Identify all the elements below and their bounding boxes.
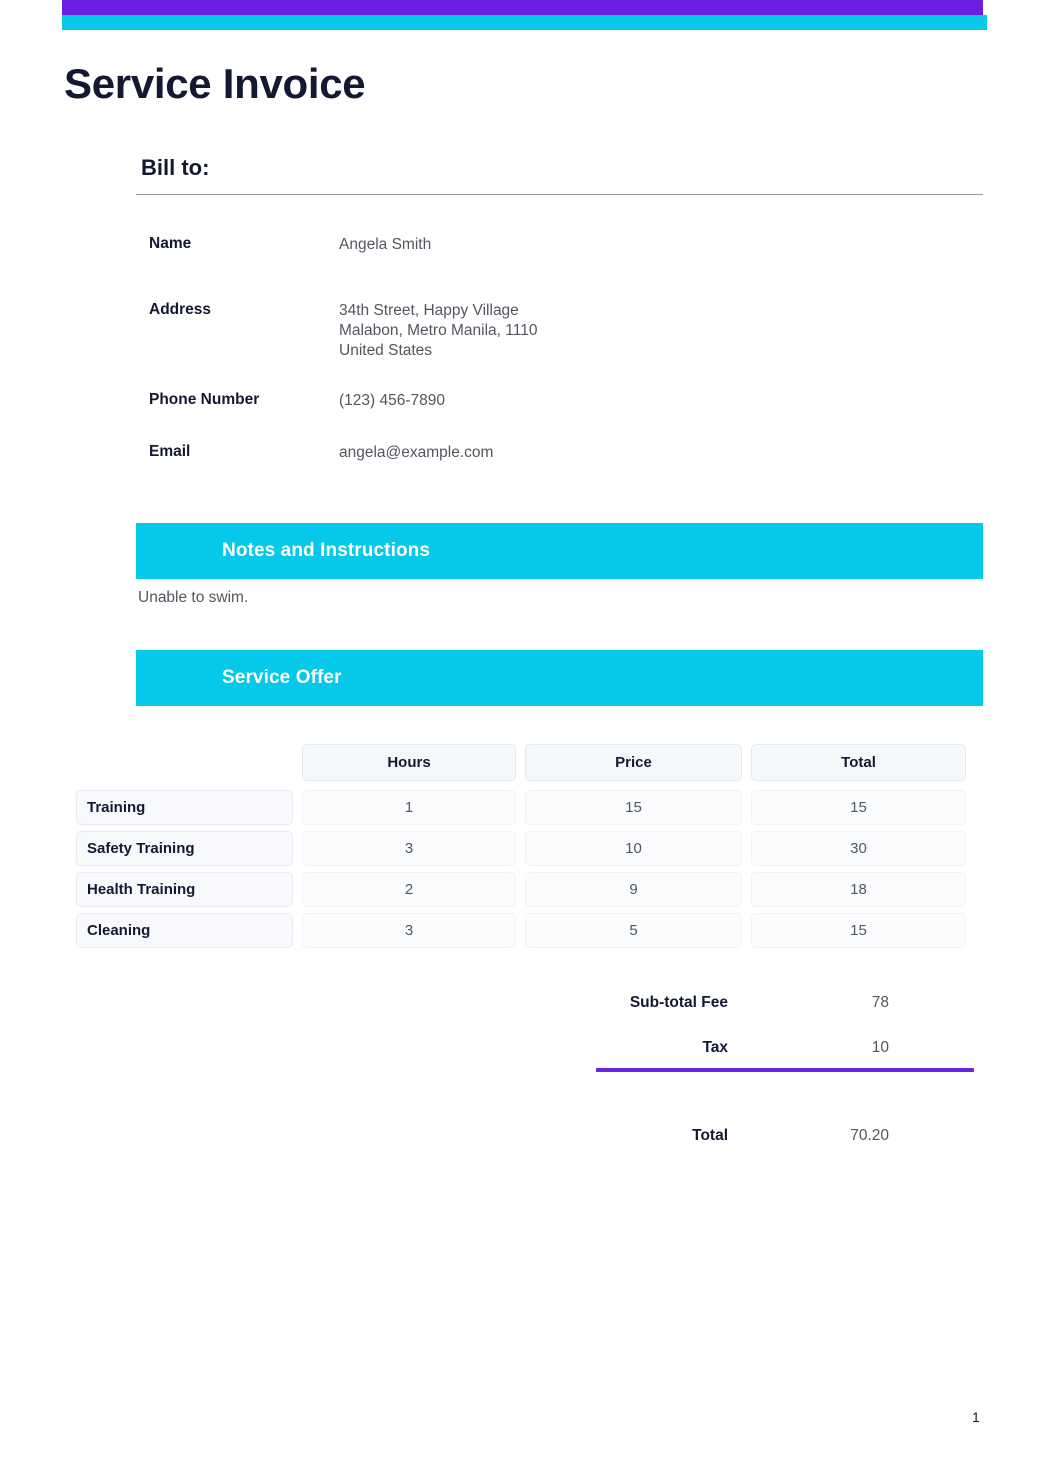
row-hours-value[interactable]: 1: [302, 790, 516, 825]
row-total-value[interactable]: 15: [751, 790, 966, 825]
row-total-value[interactable]: 30: [751, 831, 966, 866]
grand-total-label: Total: [692, 1126, 728, 1144]
totals-summary: Sub-total Fee 78 Tax 10: [500, 980, 980, 1070]
table-header-item-blank: [76, 744, 293, 779]
invoice-page: Service Invoice Bill to: Name Angela Smi…: [0, 0, 1044, 1477]
row-hours-value[interactable]: 3: [302, 913, 516, 948]
address-label: Address: [149, 301, 212, 318]
row-price-value[interactable]: 15: [525, 790, 742, 825]
notes-body-text: Unable to swim.: [138, 589, 249, 606]
notes-banner: Notes and Instructions: [136, 523, 983, 579]
table-header-price: Price: [525, 744, 742, 781]
row-price-value[interactable]: 5: [525, 913, 742, 948]
top-accent-bar-cyan: [62, 15, 987, 30]
totals-divider: [596, 1068, 974, 1072]
row-item-name[interactable]: Health Training: [76, 872, 293, 907]
phone-number-label: Phone Number: [149, 391, 260, 408]
page-title: Service Invoice: [64, 60, 366, 107]
row-price-value[interactable]: 10: [525, 831, 742, 866]
address-value: 34th Street, Happy Village Malabon, Metr…: [339, 302, 538, 359]
row-price-value[interactable]: 9: [525, 872, 742, 907]
table-header-hours: Hours: [302, 744, 516, 781]
table-header-total: Total: [751, 744, 966, 781]
table-row: Safety Training 3 10 30: [76, 831, 966, 866]
row-hours-value[interactable]: 2: [302, 872, 516, 907]
row-item-name[interactable]: Training: [76, 790, 293, 825]
row-total-value[interactable]: 15: [751, 913, 966, 948]
phone-number-value: (123) 456-7890: [339, 392, 445, 409]
table-row: Health Training 2 9 18: [76, 872, 966, 907]
grand-total-value: 70.20: [850, 1126, 889, 1144]
top-accent-bar-purple: [62, 0, 983, 15]
grand-total-row: Total 70.20: [500, 1113, 980, 1158]
grand-total-summary: Total 70.20: [500, 1113, 980, 1158]
tax-value: 10: [871, 1038, 889, 1056]
service-offer-banner-title: Service Offer: [222, 667, 342, 688]
tax-label: Tax: [702, 1038, 728, 1056]
table-header-row: Hours Price Total: [76, 744, 966, 781]
subtotal-row: Sub-total Fee 78: [500, 980, 980, 1025]
bill-to-divider: [136, 194, 983, 195]
notes-banner-title: Notes and Instructions: [222, 540, 431, 561]
email-value: angela@example.com: [339, 444, 494, 461]
service-offer-banner: Service Offer: [136, 650, 983, 706]
email-label: Email: [149, 443, 191, 460]
row-item-name[interactable]: Cleaning: [76, 913, 293, 948]
subtotal-label: Sub-total Fee: [629, 993, 728, 1011]
name-value: Angela Smith: [339, 236, 432, 253]
row-hours-value[interactable]: 3: [302, 831, 516, 866]
tax-row: Tax 10: [500, 1025, 980, 1070]
table-row: Training 1 15 15: [76, 790, 966, 825]
row-item-name[interactable]: Safety Training: [76, 831, 293, 866]
service-offer-table: Hours Price Total Training 1 15 15 Safet…: [76, 744, 966, 954]
name-label: Name: [149, 235, 192, 252]
row-total-value[interactable]: 18: [751, 872, 966, 907]
page-number: 1: [972, 1409, 980, 1425]
bill-to-heading: Bill to:: [141, 155, 210, 180]
subtotal-value: 78: [871, 993, 889, 1011]
table-row: Cleaning 3 5 15: [76, 913, 966, 948]
